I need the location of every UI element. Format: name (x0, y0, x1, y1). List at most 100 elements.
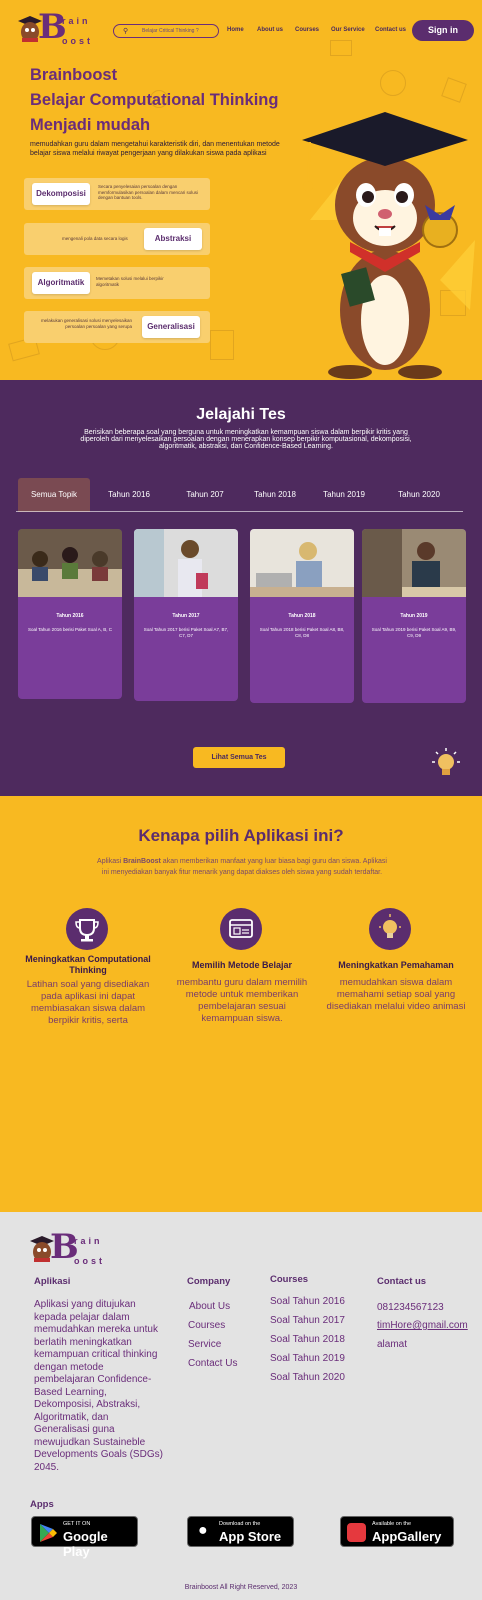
kenapa-description: Aplikasi BrainBoost akan memberikan manf… (96, 856, 388, 878)
nav-contact[interactable]: Contact us (375, 27, 406, 33)
footer-course-2017[interactable]: Soal Tahun 2017 (270, 1315, 345, 1326)
tes-description: Berisikan beberapa soal yang berguna unt… (80, 429, 412, 450)
dekomposisi-text: Secara penyelesaian persoalan dengan mem… (98, 184, 199, 200)
algoritmatik-text: Memetakan solusi melalui berpikir algori… (96, 276, 164, 287)
badge-large-text: AppGallery (372, 1529, 442, 1544)
aplikasi-text: Aplikasi yang ditujukan kepada pelajar d… (34, 1299, 163, 1473)
app-gallery-badge[interactable]: Available on the AppGallery (340, 1516, 454, 1547)
logo-top-text: rain (62, 16, 91, 26)
doodle-shape (330, 40, 352, 56)
nav-service[interactable]: Our Service (331, 27, 365, 33)
contact-phone[interactable]: 081234567123 (377, 1302, 444, 1313)
benefit-text: memudahkan siswa dalam memahami setiap s… (326, 977, 466, 1012)
student-laptop-image (250, 529, 354, 597)
test-card[interactable]: Tahun 2018 Soal Tahun 2018 berisi Paket … (250, 529, 354, 703)
doodle-shape (210, 330, 234, 360)
nav-home[interactable]: Home (227, 27, 244, 33)
google-play-icon (40, 1524, 57, 1542)
benefit-title: Meningkatkan Computational Thinking (25, 954, 151, 975)
hero-title-brand: Brainboost (30, 66, 118, 84)
lightbulb-icon (432, 748, 460, 775)
contact-email[interactable]: timHore@gmail.com (377, 1320, 468, 1331)
dekomposisi-button[interactable]: Dekomposisi (32, 183, 90, 205)
feature-abstraksi: mengenali pola data secara logis Abstrak… (24, 223, 210, 255)
card-title: Tahun 2019 (400, 613, 428, 619)
footer-logo[interactable]: B rain oost (28, 1230, 118, 1270)
nav-courses[interactable]: Courses (295, 27, 319, 33)
doodle-shape (380, 70, 406, 96)
badge-small-text: Download on the (219, 1521, 261, 1527)
card-description: Soal Tahun 2016 berisi Paket Soal A, B, … (28, 627, 112, 632)
contact-address: alamat (377, 1339, 408, 1350)
search-placeholder: Belajar Critical Thinking ? (142, 28, 199, 34)
card-title: Tahun 2017 (172, 613, 200, 619)
feature-generalisasi: melakukan generalisasi solusi menyelesai… (24, 311, 210, 343)
feature-dekomposisi: Dekomposisi Secara penyelesaian persoala… (24, 178, 210, 210)
nav-about[interactable]: About us (257, 27, 283, 33)
beaver-mascot-illustration (302, 112, 475, 379)
tab-2020[interactable]: Tahun 2020 (394, 490, 444, 499)
doodle-shape (441, 77, 467, 103)
card-description: Soal Tahun 2017 berisi Paket Soal A7, B7… (143, 627, 229, 638)
benefit-text: membantu guru dalam memilih metode untuk… (176, 977, 308, 1024)
copyright-text: Brainboost All Right Reserved, 2023 (184, 1584, 298, 1591)
badge-large-text: Google Play (63, 1529, 108, 1559)
generalisasi-text: melakukan generalisasi solusi menyelesai… (40, 318, 132, 329)
logo-bottom-text: oost (62, 36, 93, 46)
badge-small-text: GET IT ON (63, 1521, 91, 1527)
lightbulb-icon (369, 908, 411, 950)
card-description: Soal Tahun 2019 berisi Paket Soal A9, B9… (371, 627, 457, 638)
footer-course-2019[interactable]: Soal Tahun 2019 (270, 1353, 345, 1364)
footer-link-courses[interactable]: Courses (188, 1320, 225, 1331)
test-card[interactable]: Tahun 2016 Soal Tahun 2016 berisi Paket … (18, 529, 122, 699)
student-boy-image (362, 529, 466, 597)
contact-heading: Contact us (377, 1276, 427, 1287)
kenapa-section: Kenapa pilih Aplikasi ini? Aplikasi Brai… (0, 796, 482, 1212)
brand-logo[interactable]: B rain oost (16, 10, 106, 50)
tes-title: Jelajahi Tes (196, 406, 286, 423)
badge-large-text: App Store (219, 1529, 282, 1544)
hero-section: B rain oost ⚲ Belajar Critical Thinking … (0, 0, 482, 380)
footer-course-2020[interactable]: Soal Tahun 2020 (270, 1372, 345, 1383)
tab-semua-topik[interactable]: Semua Topik (18, 478, 90, 512)
kenapa-desc-pre: Aplikasi (97, 858, 124, 865)
tab-2019[interactable]: Tahun 2019 (319, 490, 369, 499)
algoritmatik-button[interactable]: Algoritmatik (32, 272, 90, 294)
apps-heading: Apps (30, 1499, 54, 1510)
test-card[interactable]: Tahun 2017 Soal Tahun 2017 berisi Paket … (134, 529, 238, 701)
aplikasi-heading: Aplikasi (34, 1276, 71, 1287)
logo-bottom-text: oost (74, 1256, 105, 1266)
courses-heading: Courses (270, 1274, 309, 1285)
abstraksi-text: mengenali pola data secara logis (62, 236, 128, 241)
lihat-semua-tes-button[interactable]: Lihat Semua Tes (193, 747, 285, 768)
benefit-text: Latihan soal yang disediakan pada aplika… (26, 979, 150, 1026)
company-heading: Company (187, 1276, 231, 1287)
tab-2017[interactable]: Tahun 207 (180, 490, 230, 499)
trophy-icon (66, 908, 108, 950)
tab-2018[interactable]: Tahun 2018 (250, 490, 300, 499)
search-input[interactable]: ⚲ Belajar Critical Thinking ? (113, 24, 219, 38)
footer-link-about[interactable]: About Us (189, 1301, 230, 1312)
footer-course-2016[interactable]: Soal Tahun 2016 (270, 1296, 345, 1307)
card-title: Tahun 2016 (56, 613, 84, 619)
footer-link-contact[interactable]: Contact Us (188, 1358, 237, 1369)
benefit-title: Memilih Metode Belajar (191, 960, 293, 970)
students-study-image (18, 529, 122, 597)
student-girl-image (134, 529, 238, 597)
hero-title-line2: Belajar Computational Thinking (30, 91, 279, 109)
tab-2016[interactable]: Tahun 2016 (104, 490, 154, 499)
google-play-badge[interactable]: GET IT ON Google Play (31, 1516, 138, 1559)
badge-small-text: Available on the (372, 1521, 412, 1527)
search-icon: ⚲ (123, 28, 129, 35)
abstraksi-button[interactable]: Abstraksi (144, 228, 202, 250)
card-description: Soal Tahun 2018 berisi Paket Soal A8, B8… (259, 627, 345, 638)
generalisasi-button[interactable]: Generalisasi (142, 316, 200, 338)
signin-button[interactable]: Sign in (412, 20, 474, 41)
tabs-divider (16, 511, 463, 512)
footer-link-service[interactable]: Service (188, 1339, 221, 1350)
test-card[interactable]: Tahun 2019 Soal Tahun 2019 berisi Paket … (362, 529, 466, 703)
footer: B rain oost Aplikasi Aplikasi yang dituj… (0, 1212, 482, 1600)
footer-course-2018[interactable]: Soal Tahun 2018 (270, 1334, 345, 1345)
app-store-badge[interactable]: ● Download on the App Store (187, 1516, 294, 1547)
benefit-title: Meningkatkan Pemahaman (338, 960, 454, 970)
